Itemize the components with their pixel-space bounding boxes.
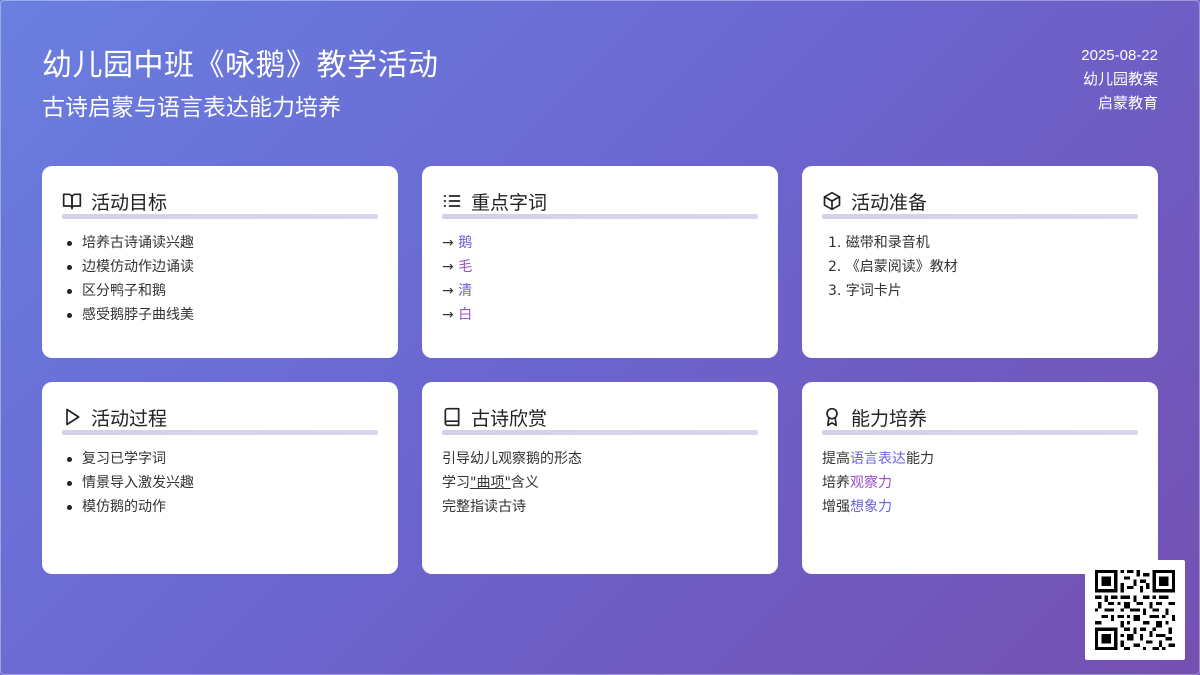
tag-label: 启蒙教育 — [1097, 95, 1158, 112]
card-title: 活动准备 — [851, 191, 928, 214]
list-item: 3. 字词卡片 — [828, 283, 902, 299]
card-header: 重点字词 — [442, 188, 758, 214]
category-label: 幼儿园教案 — [1082, 71, 1158, 88]
header-meta: 2025-08-22 幼儿园教案 启蒙教育 — [1081, 44, 1158, 116]
qr-code — [1085, 560, 1185, 660]
card-header: 活动目标 — [62, 188, 378, 214]
text-line: 提高语言表达能力 — [822, 447, 1138, 471]
title-underline — [822, 214, 1138, 219]
card-process: 活动过程 复习已学字词 情景导入激发兴趣 模仿鹅的动作 — [42, 382, 398, 574]
book-icon — [444, 407, 460, 427]
text-line: 引导幼儿观察鹅的形态 — [442, 451, 582, 467]
text-fragment: 含义 — [510, 475, 539, 491]
keyword: 白 — [458, 307, 473, 323]
text-line: 完整指读古诗 — [442, 499, 526, 515]
text-fragment: 培养 — [822, 475, 850, 491]
list-item: → 白 — [442, 303, 758, 327]
text-line: 学习"曲项"含义 — [442, 471, 758, 495]
list-item: 模仿鹅的动作 — [62, 495, 378, 519]
book-open-icon — [62, 193, 82, 210]
arrow-icon: → — [442, 259, 454, 275]
text-fragment: 学习 — [442, 475, 470, 491]
text-fragment: 提高 — [822, 451, 850, 467]
card-title: 活动目标 — [91, 191, 168, 214]
title-underline — [62, 214, 378, 219]
card-title: 古诗欣赏 — [471, 407, 548, 430]
title-underline — [442, 430, 758, 435]
card-keywords: 重点字词 → 鹅 → 毛 → 清 → 白 — [422, 166, 778, 358]
text-line: 培养观察力 — [822, 471, 1138, 495]
list-item: 1. 磁带和录音机 — [828, 235, 930, 251]
play-icon — [66, 408, 80, 426]
list-item: 情景导入激发兴趣 — [62, 471, 378, 495]
card-goals: 活动目标 培养古诗诵读兴趣 边模仿动作边诵读 区分鸭子和鹅 感受鹅脖子曲线美 — [42, 166, 398, 358]
title-underline — [822, 430, 1138, 435]
list-item: 2. 《启蒙阅读》教材 — [828, 259, 958, 275]
list-item: → 鹅 — [442, 231, 758, 255]
box-icon — [823, 191, 841, 211]
prep-list: 1. 磁带和录音机 2. 《启蒙阅读》教材 3. 字词卡片 — [822, 231, 1138, 303]
text-fragment: 增强 — [822, 499, 850, 515]
page-title: 幼儿园中班《咏鹅》教学活动 — [42, 48, 439, 83]
highlight-term: 观察力 — [850, 475, 892, 491]
arrow-icon: → — [442, 307, 454, 323]
card-header: 能力培养 — [822, 404, 1138, 430]
list-item: 复习已学字词 — [62, 447, 378, 471]
arrow-icon: → — [442, 283, 454, 299]
list-item: 感受鹅脖子曲线美 — [62, 303, 378, 327]
list-item: 培养古诗诵读兴趣 — [62, 231, 378, 255]
ability-lines: 提高语言表达能力 培养观察力 增强想象力 — [822, 447, 1138, 519]
card-ability: 能力培养 提高语言表达能力 培养观察力 增强想象力 — [802, 382, 1158, 574]
process-list: 复习已学字词 情景导入激发兴趣 模仿鹅的动作 — [62, 447, 378, 519]
term-underlined: "曲项" — [470, 475, 511, 491]
keywords-list: → 鹅 → 毛 → 清 → 白 — [442, 231, 758, 327]
list-item: 区分鸭子和鹅 — [62, 279, 378, 303]
list-icon — [443, 195, 461, 207]
appreciation-lines: 引导幼儿观察鹅的形态 学习"曲项"含义 完整指读古诗 — [442, 447, 758, 519]
goals-list: 培养古诗诵读兴趣 边模仿动作边诵读 区分鸭子和鹅 感受鹅脖子曲线美 — [62, 231, 378, 327]
page-subtitle: 古诗启蒙与语言表达能力培养 — [42, 95, 341, 121]
card-appreciation: 古诗欣赏 引导幼儿观察鹅的形态 学习"曲项"含义 完整指读古诗 — [422, 382, 778, 574]
text-fragment: 能力 — [906, 451, 934, 467]
list-item: → 毛 — [442, 255, 758, 279]
list-item: → 清 — [442, 279, 758, 303]
card-header: 活动过程 — [62, 404, 378, 430]
card-header: 活动准备 — [822, 188, 1138, 214]
card-title: 能力培养 — [851, 407, 928, 430]
award-icon — [826, 407, 838, 427]
text-line: 增强想象力 — [822, 495, 1138, 519]
qr-code-icon — [1095, 570, 1175, 650]
title-underline — [442, 214, 758, 219]
card-header: 古诗欣赏 — [442, 404, 758, 430]
keyword: 清 — [458, 283, 473, 299]
title-underline — [62, 430, 378, 435]
keyword: 鹅 — [458, 235, 473, 251]
card-preparation: 活动准备 1. 磁带和录音机 2. 《启蒙阅读》教材 3. 字词卡片 — [802, 166, 1158, 358]
card-title: 活动过程 — [91, 407, 168, 430]
list-item: 边模仿动作边诵读 — [62, 255, 378, 279]
arrow-icon: → — [442, 235, 454, 251]
highlight-term: 语言表达 — [850, 451, 906, 467]
keyword: 毛 — [458, 259, 473, 275]
highlight-term: 想象力 — [850, 499, 892, 515]
card-title: 重点字词 — [471, 191, 548, 214]
date-label: 2025-08-22 — [1081, 47, 1158, 64]
